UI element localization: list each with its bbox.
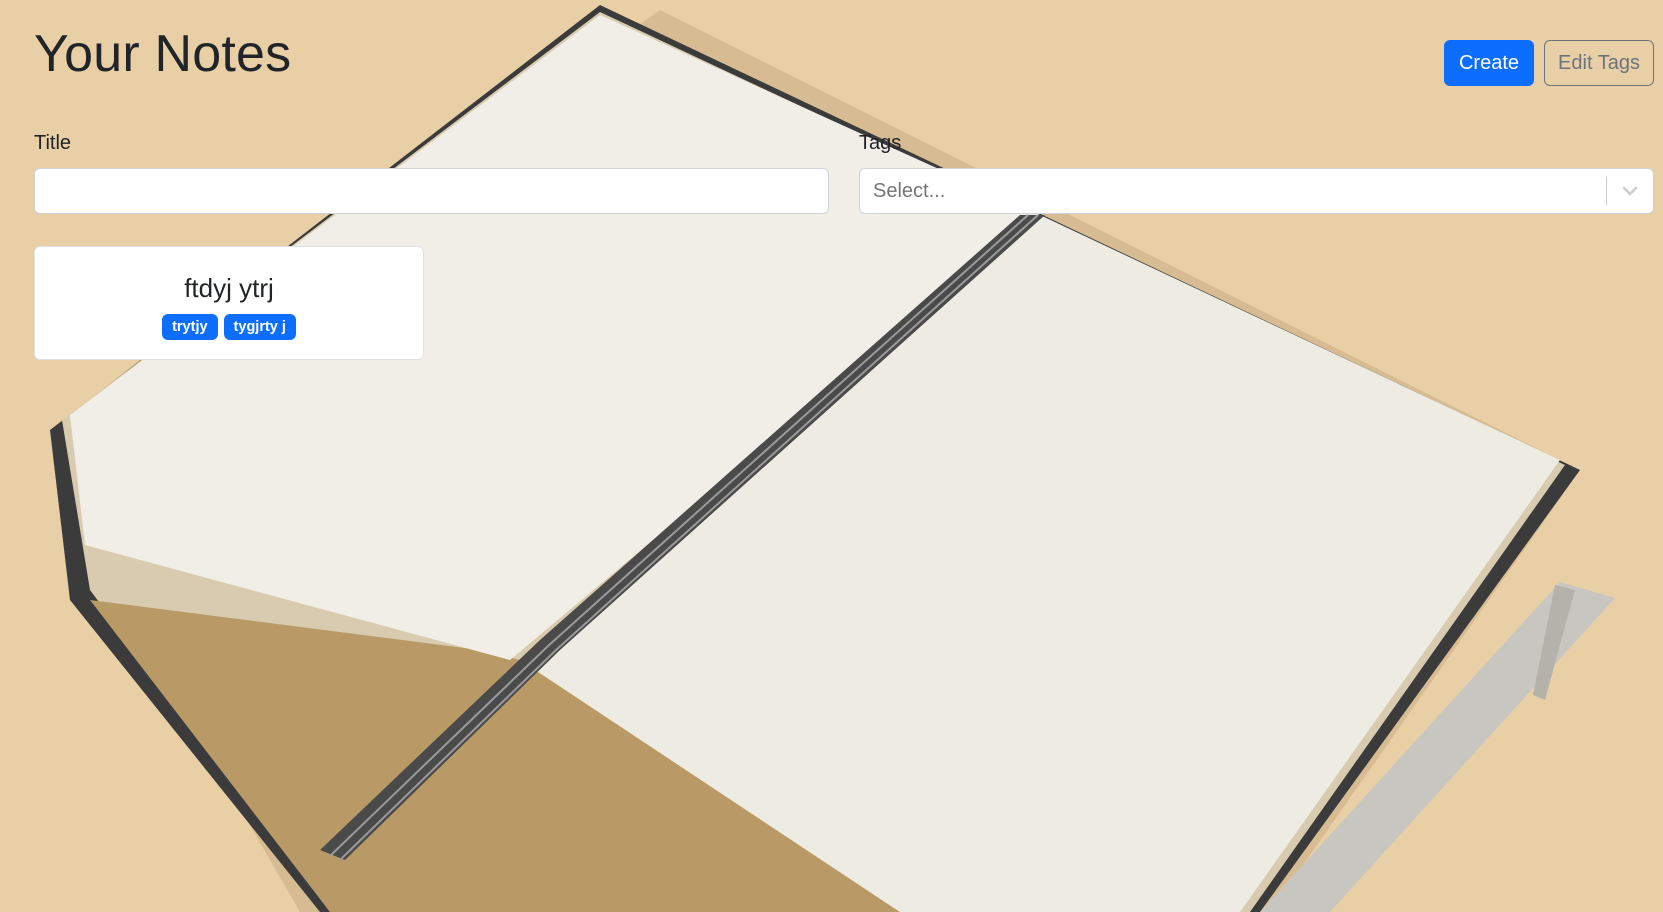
tag-badge: tygjrty j [223, 314, 296, 340]
tags-label: Tags [859, 132, 902, 154]
tags-select[interactable]: Select... [859, 168, 1654, 214]
note-card[interactable]: ftdyj ytrj trytjy tygjrty j [34, 246, 424, 360]
title-search-input[interactable] [34, 168, 829, 214]
tag-badge: trytjy [162, 314, 218, 340]
tags-select-placeholder: Select... [873, 179, 946, 202]
note-title: ftdyj ytrj [184, 273, 274, 303]
notes-app: Your Notes Create Edit Tags Title Tags S… [0, 0, 1663, 912]
page-title: Your Notes [34, 25, 292, 83]
chevron-down-icon[interactable] [1607, 169, 1653, 213]
title-label: Title [34, 132, 72, 154]
note-tags: trytjy tygjrty j [162, 314, 296, 340]
edit-tags-button[interactable]: Edit Tags [1544, 40, 1654, 86]
create-button[interactable]: Create [1444, 40, 1534, 86]
